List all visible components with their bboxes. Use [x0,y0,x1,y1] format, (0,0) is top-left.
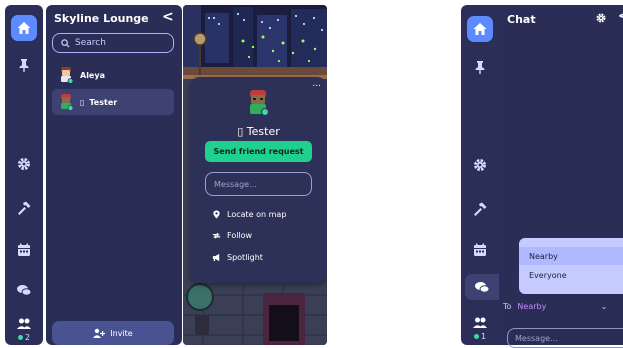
pin-icon [19,59,29,72]
home-button[interactable] [467,16,493,42]
gear-icon [18,158,30,170]
invite-button[interactable]: Invite [52,321,174,345]
chat-settings-icon[interactable] [595,12,607,24]
spotlight-button[interactable]: Spotlight [212,251,263,263]
send-friend-request-button[interactable]: Send friend request [205,141,312,162]
hammer-icon [474,202,487,216]
online-count-badge: 1 [461,332,499,341]
online-count: 1 [480,332,487,341]
calendar-icon [18,243,30,256]
left-nav-rail: 2 [5,5,43,345]
collapse-chat-button[interactable]: < [618,9,623,24]
follow-icon [212,232,221,239]
recipient-value: Nearby [517,302,547,311]
profile-avatar [250,90,269,116]
online-count-badge: 2 [5,333,43,342]
chat-button[interactable] [11,277,37,303]
chevron-down-icon: ⌄ [600,302,608,311]
list-item-user[interactable]: Aleya [52,62,174,88]
people-icon [17,318,31,329]
gear-icon [474,159,486,171]
right-nav-rail: 1 [461,5,499,345]
action-label: Spotlight [227,252,263,262]
chat-panel: Chat < Nearby Everyone To Nearby ⌄ Messa… [499,5,623,348]
to-label: To [503,302,512,311]
profile-name-row: ▯ Tester [190,125,327,138]
action-label: Follow [227,230,253,240]
pin-icon [475,61,485,74]
gather-left-view: 2 Skyline Lounge < Search Aleya ▯ Tester… [0,0,327,348]
follow-button[interactable]: Follow [212,229,252,241]
invite-label: Invite [110,328,133,338]
settings-button[interactable] [11,151,37,177]
megaphone-icon [212,253,220,261]
build-button[interactable] [11,195,37,221]
mobile-icon: ▯ [237,125,244,138]
more-options-button[interactable]: ... [312,79,321,89]
online-dot [473,334,479,339]
pin-button[interactable] [11,52,37,78]
chat-title: Chat [507,13,536,26]
dropdown-option-nearby[interactable]: Nearby [519,247,623,265]
space-title: Skyline Lounge [54,12,149,25]
chat-icon [17,285,32,296]
online-count: 2 [24,333,31,342]
direct-message-input[interactable]: Message... [205,172,312,196]
user-name: Aleya [80,70,105,80]
calendar-button[interactable] [467,237,493,263]
user-name: Tester [89,97,118,107]
build-button[interactable] [467,196,493,222]
search-icon [61,38,70,48]
pin-button[interactable] [467,54,493,80]
user-profile-card: ... ▯ Tester Send friend request Message… [190,77,327,283]
calendar-button[interactable] [11,237,37,263]
profile-name: Tester [246,125,280,138]
settings-button[interactable] [467,152,493,178]
recipient-row: To Nearby ⌄ [503,302,607,311]
home-icon [473,23,487,35]
dropdown-option-everyone[interactable]: Everyone [519,266,623,284]
calendar-icon [474,243,486,256]
gather-right-view: 1 Chat < Nearby Everyone To Nearby ⌄ Mes… [461,0,623,348]
people-icon [473,317,487,328]
chat-message-input[interactable]: Message... [507,328,623,348]
collapse-panel-button[interactable]: < [162,9,174,25]
online-dot [17,335,23,340]
location-icon [213,209,220,219]
hammer-icon [18,201,31,215]
recipient-select[interactable]: Nearby ⌄ [517,302,607,311]
search-placeholder: Search [75,38,106,48]
recipient-dropdown-menu: Nearby Everyone [519,238,623,294]
mobile-icon: ▯ [80,97,85,107]
avatar [61,67,74,84]
chat-icon [475,282,490,293]
list-item-user-selected[interactable]: ▯ Tester [52,89,174,115]
participants-panel: Skyline Lounge < Search Aleya ▯ Tester I… [46,5,182,345]
search-input[interactable]: Search [52,33,174,53]
home-button[interactable] [11,15,37,41]
locate-on-map-button[interactable]: Locate on map [212,208,286,220]
action-label: Locate on map [227,209,287,219]
avatar [61,94,74,111]
chat-button-active[interactable] [465,274,499,300]
home-icon [17,22,31,34]
add-user-icon [93,328,106,338]
